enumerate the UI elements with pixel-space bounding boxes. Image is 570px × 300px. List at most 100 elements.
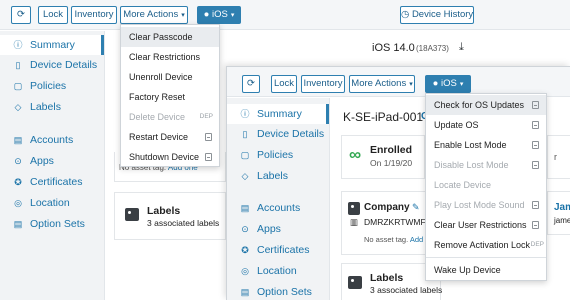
user-sub: jame [554, 216, 570, 225]
chevron-down-icon: ▾ [230, 12, 235, 19]
front-window: ⟳ Lock Inventory More Actions ▾ ● iOS ▾ ⓘ S… [226, 66, 570, 300]
menu-item-clear-user-restrictions[interactable]: Clear User Restrictions [426, 215, 546, 235]
back-toolbar: ⟳ Lock Inventory More Actions ▾ ● iOS ▾ ◷ … [0, 0, 570, 30]
sidebar-item-accounts[interactable]: ▤ Accounts [0, 130, 104, 150]
user-card: Jame jame [547, 191, 570, 235]
refresh-button[interactable]: ⟳ [11, 6, 31, 24]
os-version: iOS 14.0 [372, 42, 415, 54]
serial-number: DMRZKRTWMF3 [364, 217, 431, 227]
menu-item-enable-lost-mode[interactable]: Enable Lost Mode [426, 135, 546, 155]
sidebar-item-location[interactable]: ◎ Location [0, 193, 104, 213]
inventory-button[interactable]: Inventory [71, 6, 117, 24]
menu-item-restart-device[interactable]: Restart Device [121, 127, 219, 147]
edit-icon[interactable]: ✎ [412, 202, 420, 213]
apple-icon: ● [432, 78, 439, 89]
accounts-icon: ▤ [240, 203, 250, 213]
right-status-text: r [554, 152, 557, 162]
apple-icon: ● [203, 9, 210, 20]
sidebar-item-accounts[interactable]: ▤ Accounts [227, 198, 329, 218]
chevron-down-icon: ▾ [409, 81, 413, 88]
enrollment-status: Enrolled [370, 144, 413, 156]
barcode-icon: ▥ [350, 217, 359, 227]
menu-item-locate-device: Locate Device [434, 180, 492, 190]
sidebar-item-option-sets[interactable]: ▤ Option Sets [227, 282, 329, 300]
menu-item-clear-restrictions[interactable]: Clear Restrictions [121, 47, 219, 67]
ios-actions-menu: Check for OS Updates Update OS Enable Lo… [425, 93, 547, 281]
device-icon: ▯ [242, 129, 248, 139]
sidebar-item-policies[interactable]: ▢ Policies [227, 145, 329, 165]
sidebar-item-labels[interactable]: ◇ Labels [0, 97, 104, 117]
chevron-down-icon: ▾ [459, 81, 464, 88]
menu-item-check-os-updates[interactable]: Check for OS Updates [426, 95, 546, 115]
dep-tag: DEP [199, 113, 213, 120]
menu-item-play-lost-mode-sound: Play Lost Mode Sound [426, 195, 546, 215]
sidebar-item-labels[interactable]: ◇ Labels [227, 166, 329, 186]
back-sidebar: ⓘ Summary ▯ Device Details ▢ Policies ◇ Labe… [0, 31, 105, 300]
apps-icon: ⊙ [241, 224, 249, 234]
user-name[interactable]: Jame [554, 202, 570, 213]
inventory-button[interactable]: Inventory [301, 75, 345, 93]
menu-item-delete-device: Delete Device DEP [121, 107, 219, 127]
dep-tag: DEP [530, 241, 544, 248]
download-icon[interactable]: ⤓ [459, 41, 464, 54]
optionsets-icon: ▤ [13, 219, 23, 229]
enrolled-link-icon: ∞ [349, 145, 362, 164]
menu-item-wake-up-device[interactable]: Wake Up Device [426, 260, 546, 280]
book-icon: ▢ [240, 150, 250, 160]
labels-icon [348, 276, 362, 289]
sidebar-item-certificates[interactable]: ✪ Certificates [227, 240, 329, 260]
more-actions-button[interactable]: More Actions ▾ [349, 75, 415, 93]
menu-item-unenroll-device[interactable]: Unenroll Device [121, 67, 219, 87]
labels-icon [125, 208, 139, 221]
certificate-icon: ✪ [241, 245, 249, 255]
labels-count: 3 associated labels [147, 218, 220, 228]
device-command-icon [532, 201, 539, 209]
device-command-icon [532, 121, 539, 129]
sidebar-item-summary[interactable]: ⓘ Summary [227, 104, 329, 124]
sidebar-item-device-details[interactable]: ▯ Device Details [227, 124, 329, 144]
menu-item-clear-passcode[interactable]: Clear Passcode [121, 27, 219, 47]
sidebar-item-summary[interactable]: ⓘ Summary [0, 35, 104, 55]
front-sidebar: ⓘ Summary ▯ Device Details ▢ Policies ◇ Labe… [227, 98, 330, 300]
sidebar-item-device-details[interactable]: ▯ Device Details [0, 55, 104, 75]
add-asset-tag-link[interactable]: Add [410, 235, 423, 244]
sidebar-item-apps[interactable]: ⊙ Apps [0, 151, 104, 171]
info-icon: ⓘ [13, 40, 23, 50]
sidebar-item-location[interactable]: ◎ Location [227, 261, 329, 281]
platform-button[interactable]: ● iOS ▾ [425, 75, 471, 93]
device-name: K-SE-iPad-001 [343, 110, 424, 124]
right-status-card: r [547, 135, 570, 179]
ownership-card: Company ✎ ▥ DMRZKRTWMF3 No asset tag. Ad… [341, 191, 431, 255]
device-command-icon [205, 133, 212, 141]
labels-title: Labels [147, 205, 181, 217]
device-command-icon [532, 101, 539, 109]
os-build: (18A373) [416, 44, 449, 53]
sidebar-item-policies[interactable]: ▢ Policies [0, 76, 104, 96]
book-icon: ▢ [13, 81, 23, 91]
menu-item-remove-activation-lock[interactable]: Remove Activation Lock DEP [426, 235, 546, 255]
accounts-icon: ▤ [13, 135, 23, 145]
refresh-button[interactable]: ⟳ [242, 75, 260, 93]
sidebar-item-certificates[interactable]: ✪ Certificates [0, 172, 104, 192]
enrollment-card: ∞ Enrolled On 1/19/20 [341, 135, 425, 179]
labels-title: Labels [370, 272, 404, 284]
menu-separator [426, 257, 546, 258]
menu-item-shutdown-device[interactable]: Shutdown Device [121, 147, 219, 167]
lock-button[interactable]: Lock [271, 75, 297, 93]
device-command-icon [205, 153, 212, 161]
platform-button[interactable]: ● iOS ▾ [197, 6, 241, 24]
sidebar-item-apps[interactable]: ⊙ Apps [227, 219, 329, 239]
info-icon: ⓘ [240, 109, 250, 119]
device-history-button[interactable]: ◷ Device History [400, 6, 474, 24]
no-asset-tag-text: No asset tag. [364, 235, 409, 244]
menu-item-update-os[interactable]: Update OS [426, 115, 546, 135]
certificate-icon: ✪ [14, 177, 22, 187]
sidebar-item-option-sets[interactable]: ▤ Option Sets [0, 214, 104, 234]
menu-item-factory-reset[interactable]: Factory Reset [121, 87, 219, 107]
company-icon [348, 202, 360, 215]
lock-button[interactable]: Lock [38, 6, 68, 24]
more-actions-button[interactable]: More Actions ▾ [120, 6, 188, 24]
clock-icon: ◷ [401, 9, 410, 20]
refresh-icon: ⟳ [17, 9, 25, 20]
device-icon: ▯ [15, 60, 21, 70]
